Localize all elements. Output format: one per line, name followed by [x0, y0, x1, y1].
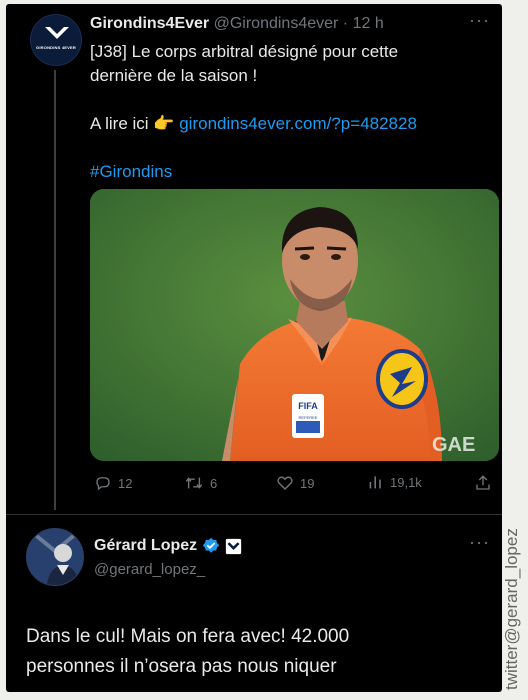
like-button[interactable]: 19 — [276, 474, 314, 492]
retweet-button[interactable]: 6 — [184, 474, 217, 492]
retweet-count: 6 — [210, 475, 218, 491]
tweet1-read-line: A lire ici 👉 girondins4ever.com/?p=48282… — [90, 112, 490, 136]
tweet1-separator: · — [338, 15, 353, 32]
like-count: 19 — [300, 475, 315, 491]
tweet1-read-prefix: A lire ici — [90, 114, 149, 133]
tweet2-line2: personnes il n’osera pas nous niquer — [26, 656, 337, 677]
tweet1-line2: dernière de la saison ! — [90, 66, 258, 85]
girondins4ever-avatar[interactable]: GIRONDINS 4EVER — [30, 14, 82, 66]
retweet-icon — [185, 477, 203, 489]
tweet1-header: Girondins4Ever @Girondins4ever · 12 h — [90, 15, 384, 33]
photo-credit: twitter@gerard_lopez — [502, 528, 521, 690]
tweet2-handle[interactable]: @gerard_lopez_ — [94, 561, 205, 578]
reply-button[interactable]: 12 — [94, 474, 132, 492]
share-icon — [476, 475, 490, 490]
referee-photo: FIFA REFEREE GAE — [90, 189, 499, 461]
views-button[interactable]: 19,1k — [368, 474, 422, 490]
reply-count: 12 — [118, 475, 133, 491]
gerard-lopez-avatar[interactable] — [26, 528, 84, 586]
screenshot-frame: GIRONDINS 4EVER Girondins4Ever @Girondin… — [6, 4, 502, 692]
tweet2-line1: Dans le cul! Mais on fera avec! 42.000 — [26, 626, 350, 647]
verified-badge-icon — [202, 537, 220, 553]
tweet2-more-icon[interactable]: ··· — [469, 532, 490, 553]
fifa-badge-text: FIFA — [298, 401, 318, 411]
tweet1-media-image[interactable]: FIFA REFEREE GAE — [90, 189, 499, 461]
referee-badge-text: REFEREE — [299, 415, 318, 420]
tweet2-display-name[interactable]: Gérard Lopez — [94, 537, 197, 555]
tweet1-hashtag[interactable]: #Girondins — [90, 162, 172, 181]
avatar-photo — [27, 529, 83, 585]
tweet1-body: [J38] Le corps arbitral désigné pour cet… — [90, 40, 490, 184]
tweet2-header: Gérard Lopez — [94, 537, 242, 555]
avatar-logo-text: GIRONDINS 4EVER — [36, 45, 76, 50]
pointing-hand-icon: 👉 — [153, 114, 175, 133]
views-count: 19,1k — [390, 474, 422, 490]
tweet1-action-bar: 12 6 19 19,1k — [90, 474, 490, 496]
share-button[interactable] — [474, 474, 492, 492]
thread-line — [54, 70, 56, 510]
tweet1-display-name[interactable]: Girondins4Ever — [90, 15, 209, 32]
tweet1-time[interactable]: 12 h — [353, 15, 384, 32]
like-icon — [277, 476, 293, 490]
affiliate-badge-icon — [225, 538, 242, 554]
tweet-divider — [6, 514, 502, 515]
media-watermark: GAE — [432, 434, 475, 456]
views-icon — [369, 476, 381, 489]
reply-icon — [96, 477, 110, 491]
tweet2-body: Dans le cul! Mais on fera avec! 42.000 p… — [26, 622, 486, 682]
chevron-logo-icon — [45, 27, 69, 39]
tweet1-line1: [J38] Le corps arbitral désigné pour cet… — [90, 42, 399, 61]
tweet1-link[interactable]: girondins4ever.com/?p=482828 — [179, 114, 417, 133]
tweet1-more-icon[interactable]: ··· — [469, 10, 490, 31]
tweet1-handle[interactable]: @Girondins4ever — [214, 15, 339, 32]
